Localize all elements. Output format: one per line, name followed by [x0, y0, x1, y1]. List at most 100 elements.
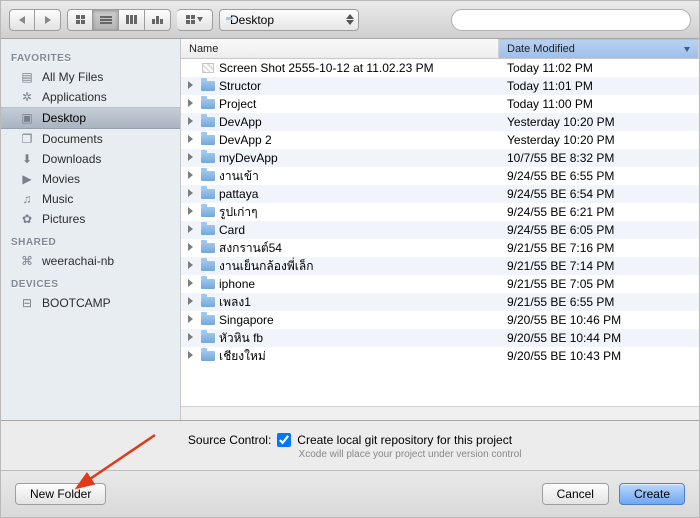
- file-row[interactable]: ProjectToday 11:00 PM: [181, 95, 699, 113]
- file-date: 9/24/55 BE 6:54 PM: [499, 187, 699, 201]
- disclosure-triangle[interactable]: [181, 171, 199, 181]
- disclosure-triangle[interactable]: [181, 315, 199, 325]
- disclosure-triangle[interactable]: [181, 207, 199, 217]
- horizontal-scrollbar[interactable]: [181, 406, 699, 420]
- column-name[interactable]: Name: [181, 39, 499, 58]
- sidebar-item-bootcamp[interactable]: ⊟BOOTCAMP: [1, 293, 180, 313]
- file-row[interactable]: iphone9/21/55 BE 7:05 PM: [181, 275, 699, 293]
- folder-icon: [199, 99, 217, 109]
- disclosure-triangle[interactable]: [181, 243, 199, 253]
- file-row[interactable]: สงกรานต์549/21/55 BE 7:16 PM: [181, 239, 699, 257]
- create-button[interactable]: Create: [619, 483, 685, 505]
- file-row[interactable]: Card9/24/55 BE 6:05 PM: [181, 221, 699, 239]
- file-row[interactable]: DevApp 2Yesterday 10:20 PM: [181, 131, 699, 149]
- file-date: 9/24/55 BE 6:05 PM: [499, 223, 699, 237]
- sidebar-item-music[interactable]: ♫ Music: [1, 189, 180, 209]
- file-row[interactable]: Singapore9/20/55 BE 10:46 PM: [181, 311, 699, 329]
- disclosure-triangle[interactable]: [181, 117, 199, 127]
- sidebar-item-desktop[interactable]: ▣Desktop: [1, 107, 180, 129]
- pictures-icon: ✿: [19, 212, 35, 226]
- search-field-wrap: [451, 9, 691, 31]
- view-list-button[interactable]: [93, 9, 119, 31]
- view-column-button[interactable]: [119, 9, 145, 31]
- file-row[interactable]: รูปเก่าๆ9/24/55 BE 6:21 PM: [181, 203, 699, 221]
- back-button[interactable]: [9, 9, 35, 31]
- new-folder-button[interactable]: New Folder: [15, 483, 106, 505]
- file-row[interactable]: เชียงใหม่9/20/55 BE 10:43 PM: [181, 347, 699, 365]
- folder-icon: [199, 261, 217, 271]
- file-row[interactable]: myDevApp10/7/55 BE 8:32 PM: [181, 149, 699, 167]
- sidebar-item-weerachai-nb[interactable]: ⌘weerachai-nb: [1, 251, 180, 271]
- columns-icon: [126, 15, 137, 24]
- file-name: Singapore: [217, 313, 499, 327]
- sidebar-item-all-my-files[interactable]: ▤All My Files: [1, 67, 180, 87]
- folder-icon: [199, 315, 217, 325]
- location-popup[interactable]: Desktop: [219, 9, 359, 31]
- movies-icon: ▶: [19, 172, 35, 186]
- sidebar-item-label: Music: [42, 192, 73, 206]
- disclosure-triangle[interactable]: [181, 189, 199, 199]
- disclosure-triangle[interactable]: [181, 261, 199, 271]
- git-checkbox-label[interactable]: Create local git repository for this pro…: [297, 433, 512, 447]
- disclosure-triangle[interactable]: [181, 153, 199, 163]
- file-name: Structor: [217, 79, 499, 93]
- sidebar-item-documents[interactable]: ❐Documents: [1, 129, 180, 149]
- folder-icon: [199, 243, 217, 253]
- coverflow-icon: [152, 16, 163, 24]
- sidebar-item-pictures[interactable]: ✿ Pictures: [1, 209, 180, 229]
- disclosure-triangle[interactable]: [181, 81, 199, 91]
- cancel-button[interactable]: Cancel: [542, 483, 609, 505]
- file-name: DevApp 2: [217, 133, 499, 147]
- allfiles-icon: ▤: [19, 70, 35, 84]
- forward-button[interactable]: [35, 9, 61, 31]
- git-checkbox[interactable]: [277, 433, 291, 447]
- disclosure-triangle[interactable]: [181, 297, 199, 307]
- file-row[interactable]: pattaya9/24/55 BE 6:54 PM: [181, 185, 699, 203]
- popup-arrows-icon: [346, 14, 354, 25]
- music-icon: ♫: [19, 192, 35, 206]
- disclosure-triangle[interactable]: [181, 135, 199, 145]
- sidebar-item-applications[interactable]: ✲Applications: [1, 87, 180, 107]
- grid-small-icon: [186, 15, 195, 24]
- disclosure-triangle[interactable]: [181, 351, 199, 361]
- folder-icon: [199, 135, 217, 145]
- sidebar-item-movies[interactable]: ▶ Movies: [1, 169, 180, 189]
- folder-icon: [199, 333, 217, 343]
- disclosure-triangle[interactable]: [181, 225, 199, 235]
- grid-icon: [76, 15, 85, 24]
- file-row[interactable]: Screen Shot 2555-10-12 at 11.02.23 PMTod…: [181, 59, 699, 77]
- sidebar-item-label: Movies: [42, 172, 80, 186]
- disclosure-triangle[interactable]: [181, 333, 199, 343]
- file-row[interactable]: StructorToday 11:01 PM: [181, 77, 699, 95]
- file-name: เพลง1: [217, 293, 499, 312]
- chevron-right-icon: [45, 16, 51, 24]
- file-date: 9/20/55 BE 10:46 PM: [499, 313, 699, 327]
- folder-icon: [199, 171, 217, 181]
- computer-icon: ⌘: [19, 254, 35, 268]
- folder-icon: [199, 81, 217, 91]
- source-control-subnote: Xcode will place your project under vers…: [19, 449, 681, 460]
- file-row[interactable]: งานเย็นกล้องพี่เล็ก9/21/55 BE 7:14 PM: [181, 257, 699, 275]
- sidebar-item-label: Pictures: [42, 212, 85, 226]
- image-file-icon: [199, 63, 217, 73]
- desktop-icon: ▣: [19, 111, 35, 125]
- folder-icon: [199, 351, 217, 361]
- search-input[interactable]: [451, 9, 691, 31]
- file-row[interactable]: งานเข้า9/24/55 BE 6:55 PM: [181, 167, 699, 185]
- sidebar-item-downloads[interactable]: ⬇Downloads: [1, 149, 180, 169]
- disclosure-triangle[interactable]: [181, 279, 199, 289]
- file-list[interactable]: Screen Shot 2555-10-12 at 11.02.23 PMTod…: [181, 59, 699, 406]
- file-row[interactable]: หัวหิน fb9/20/55 BE 10:44 PM: [181, 329, 699, 347]
- file-name: งานเย็นกล้องพี่เล็ก: [217, 257, 499, 276]
- sidebar-header: FAVORITES: [1, 45, 180, 67]
- arrange-button[interactable]: [177, 9, 213, 31]
- file-row[interactable]: เพลง19/21/55 BE 6:55 PM: [181, 293, 699, 311]
- file-date: 9/21/55 BE 7:14 PM: [499, 259, 699, 273]
- source-control-panel: Source Control: Create local git reposit…: [1, 421, 699, 471]
- view-icon-button[interactable]: [67, 9, 93, 31]
- folder-icon: [199, 207, 217, 217]
- column-date-modified[interactable]: Date Modified: [499, 39, 699, 58]
- file-row[interactable]: DevAppYesterday 10:20 PM: [181, 113, 699, 131]
- view-coverflow-button[interactable]: [145, 9, 171, 31]
- disclosure-triangle[interactable]: [181, 99, 199, 109]
